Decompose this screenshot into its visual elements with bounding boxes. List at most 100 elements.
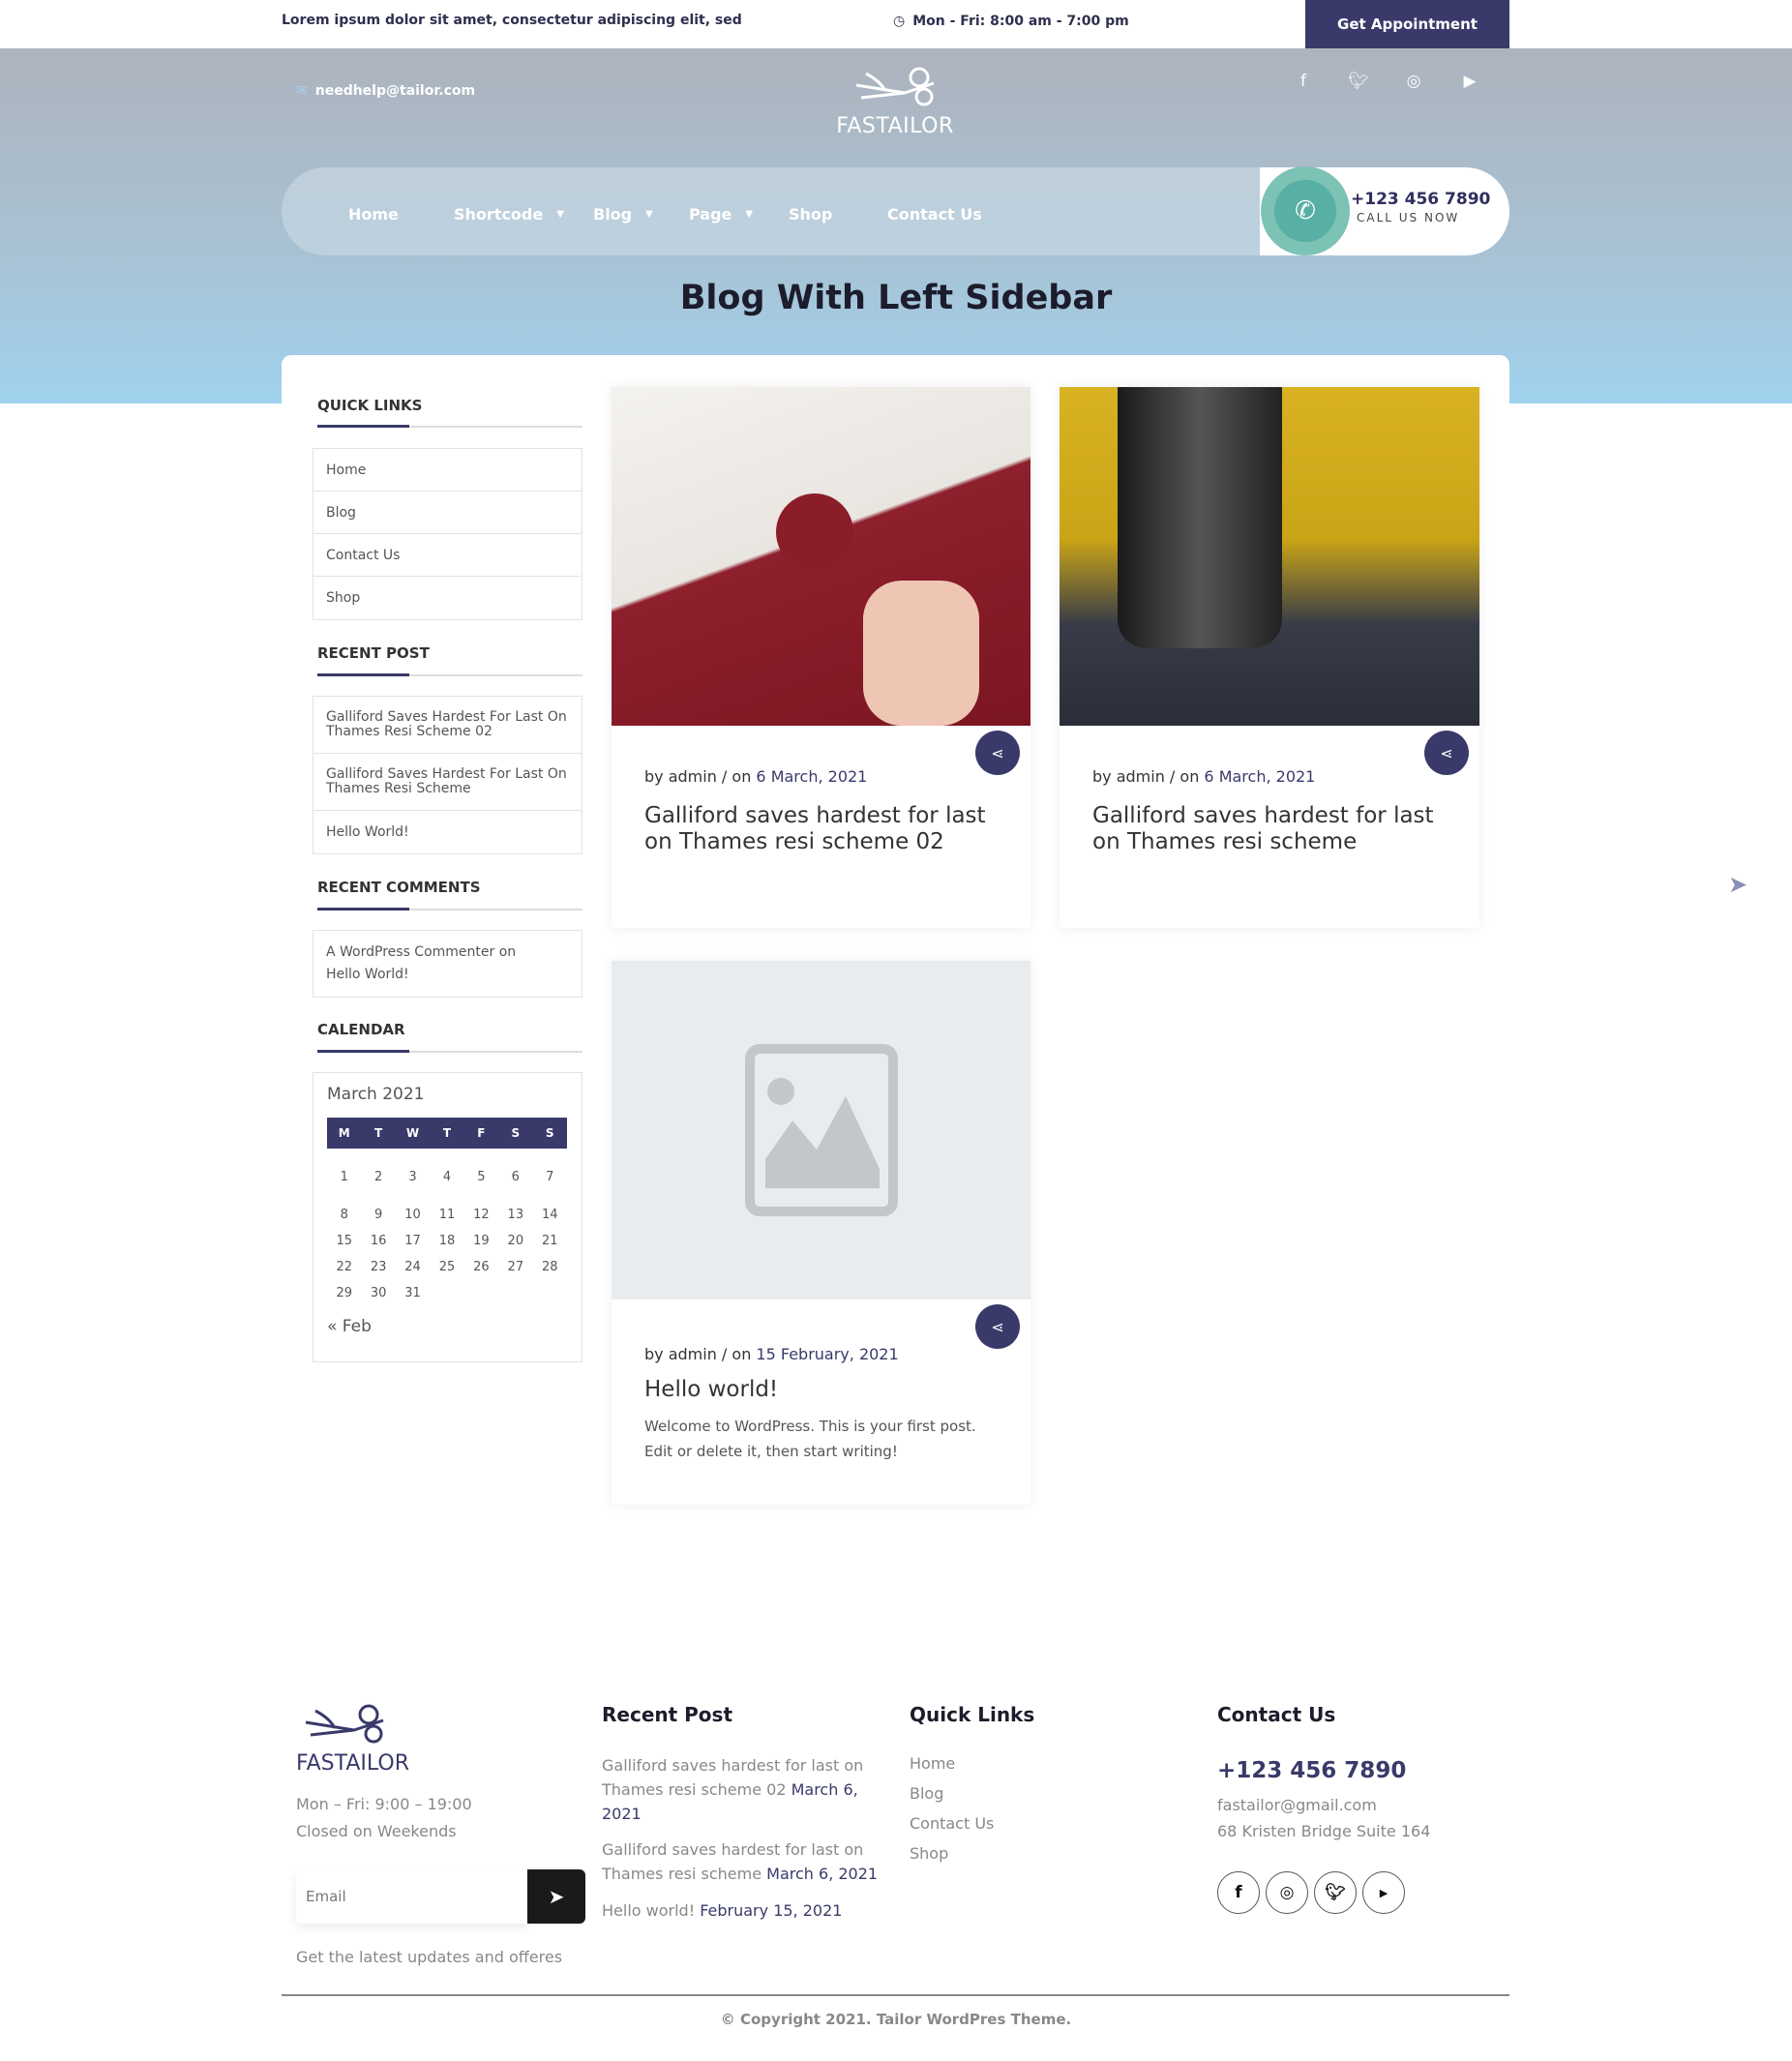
- post-title[interactable]: Galliford saves hardest for last on Tham…: [1092, 803, 1441, 855]
- recent-post-item[interactable]: Galliford Saves Hardest For Last On Tham…: [314, 754, 582, 811]
- scissors-logo-icon: [305, 1704, 384, 1744]
- calendar-weekdays: MTWTFSS: [327, 1118, 567, 1149]
- phone-button[interactable]: ✆: [1261, 166, 1350, 255]
- calendar-day: 25: [438, 1260, 456, 1274]
- footer-twitter-icon[interactable]: 🐦︎: [1314, 1871, 1357, 1914]
- calendar-prev-link[interactable]: « Feb: [327, 1317, 372, 1336]
- calendar-day: 5: [477, 1170, 486, 1184]
- share-button[interactable]: ⋖: [975, 1304, 1020, 1349]
- calendar-day: 19: [473, 1234, 490, 1248]
- calendar-day: [498, 1286, 532, 1300]
- hand-graphic: [863, 581, 979, 726]
- calendar-day: 13: [507, 1208, 524, 1222]
- footer-link-blog[interactable]: Blog: [910, 1781, 943, 1806]
- page-title: Blog With Left Sidebar: [679, 279, 1113, 317]
- image-placeholder-icon: [744, 1044, 898, 1216]
- footer-logo[interactable]: FASTAILOR: [296, 1701, 409, 1776]
- post-excerpt: Welcome to WordPress. This is your first…: [644, 1418, 976, 1460]
- footer-address: 68 Kristen Bridge Suite 164: [1217, 1822, 1431, 1840]
- footer-phone[interactable]: +123 456 7890: [1217, 1758, 1406, 1783]
- calendar-day: 16: [370, 1234, 387, 1248]
- post-image-placeholder[interactable]: [612, 961, 1030, 1299]
- footer-hours: Mon – Fri: 9:00 – 19:00: [296, 1795, 472, 1813]
- post-title[interactable]: Galliford saves hardest for last on Tham…: [644, 803, 993, 855]
- call-number[interactable]: +123 456 7890: [1351, 190, 1490, 209]
- calendar-day: 12: [473, 1208, 490, 1222]
- newsletter-note: Get the latest updates and offeres: [296, 1948, 563, 1966]
- header-email[interactable]: ✉ needhelp@tailor.com: [296, 83, 475, 99]
- instagram-icon[interactable]: ◎: [1402, 72, 1425, 91]
- nav-home[interactable]: Home: [348, 205, 399, 224]
- calendar-day: 9: [373, 1208, 383, 1222]
- quick-links-heading: QUICK LINKS: [317, 397, 423, 414]
- comment-item[interactable]: A WordPress Commenter on Hello World!: [314, 931, 582, 997]
- calendar-day: 31: [404, 1286, 421, 1300]
- scroll-to-top-icon[interactable]: ➤: [1728, 871, 1747, 898]
- footer-quick-links-heading: Quick Links: [910, 1703, 1035, 1726]
- chevron-down-icon: ▼: [556, 209, 564, 220]
- calendar-day: 10: [404, 1208, 421, 1222]
- tagline: Lorem ipsum dolor sit amet, consectetur …: [282, 13, 742, 28]
- footer-link-contact[interactable]: Contact Us: [910, 1811, 994, 1836]
- twitter-icon[interactable]: 🐦︎: [1347, 72, 1370, 91]
- footer-recent-post-item[interactable]: Hello world! February 15, 2021: [602, 1898, 882, 1923]
- quick-links-list: Home Blog Contact Us Shop: [313, 448, 582, 620]
- copyright: © Copyright 2021. Tailor WordPres Theme.: [720, 2011, 1072, 2028]
- nav-shortcode[interactable]: Shortcode ▼: [454, 205, 564, 224]
- post-image-sewing-machine[interactable]: [1060, 387, 1479, 726]
- footer-link-shop[interactable]: Shop: [910, 1841, 948, 1866]
- footer-contact-heading: Contact Us: [1217, 1703, 1336, 1726]
- calendar-day: 15: [336, 1234, 352, 1248]
- youtube-icon[interactable]: ▶: [1458, 72, 1481, 91]
- calendar-day: 28: [541, 1260, 558, 1274]
- footer-email[interactable]: fastailor@gmail.com: [1217, 1793, 1377, 1817]
- newsletter-email-input[interactable]: Email: [296, 1869, 528, 1924]
- post-card[interactable]: ⋖ by admin / on 6 March, 2021 Galliford …: [1060, 387, 1479, 928]
- share-button[interactable]: ⋖: [1424, 731, 1469, 775]
- footer-recent-post-item[interactable]: Galliford saves hardest for last on Tham…: [602, 1837, 882, 1886]
- facebook-icon[interactable]: f: [1292, 72, 1315, 91]
- share-button[interactable]: ⋖: [975, 731, 1020, 775]
- calendar-day: 23: [370, 1260, 387, 1274]
- recent-post-item[interactable]: Galliford Saves Hardest For Last On Tham…: [314, 697, 582, 754]
- footer-youtube-icon[interactable]: ▶: [1362, 1871, 1405, 1914]
- heading-accent: [317, 425, 409, 428]
- recent-post-list: Galliford Saves Hardest For Last On Tham…: [313, 696, 582, 854]
- calendar-day: 7: [546, 1170, 554, 1184]
- nav-blog[interactable]: Blog ▼: [593, 205, 653, 224]
- post-card[interactable]: ⋖ by admin / on 15 February, 2021 Hello …: [612, 961, 1030, 1505]
- calendar-day: 22: [336, 1260, 352, 1274]
- footer-facebook-icon[interactable]: f: [1217, 1871, 1260, 1914]
- sidebar-link-shop[interactable]: Shop: [314, 577, 582, 619]
- send-icon: ➤: [548, 1885, 565, 1908]
- calendar-week: 29 30 31: [327, 1286, 567, 1300]
- calendar-day: 21: [541, 1234, 558, 1248]
- sidebar-link-home[interactable]: Home: [314, 449, 582, 492]
- newsletter-submit-button[interactable]: ➤: [527, 1869, 585, 1924]
- heading-accent: [317, 673, 409, 676]
- get-appointment-button[interactable]: Get Appointment: [1305, 0, 1509, 48]
- calendar-day: [464, 1286, 498, 1300]
- share-icon: ⋖: [991, 743, 1004, 762]
- logo[interactable]: FASTAILOR: [827, 64, 963, 138]
- post-card[interactable]: ⋖ by admin / on 6 March, 2021 Galliford …: [612, 387, 1030, 928]
- calendar-day: 11: [438, 1208, 456, 1222]
- sidebar-link-contact[interactable]: Contact Us: [314, 534, 582, 577]
- phone-icon: ✆: [1274, 180, 1336, 242]
- footer-instagram-icon[interactable]: ◎: [1266, 1871, 1308, 1914]
- footer-link-home[interactable]: Home: [910, 1751, 955, 1776]
- calendar-widget: March 2021 MTWTFSS 1 2 3 4 5 6 7 8 9 10 11 12 13 14 15…: [313, 1072, 582, 1362]
- recent-comments-list: A WordPress Commenter on Hello World!: [313, 930, 582, 998]
- calendar-day: 6: [511, 1170, 520, 1184]
- post-title[interactable]: Hello world!: [644, 1377, 993, 1403]
- footer-recent-post-item[interactable]: Galliford saves hardest for last on Tham…: [602, 1753, 882, 1826]
- post-image-sewing-pattern[interactable]: [612, 387, 1030, 726]
- recent-post-item[interactable]: Hello World!: [314, 811, 582, 853]
- calendar-day: 30: [370, 1286, 387, 1300]
- sidebar-link-blog[interactable]: Blog: [314, 492, 582, 534]
- nav-shop[interactable]: Shop: [789, 205, 832, 224]
- nav-contact[interactable]: Contact Us: [887, 205, 982, 224]
- calendar-day: 27: [507, 1260, 524, 1274]
- recent-comments-heading: RECENT COMMENTS: [317, 879, 481, 896]
- nav-page[interactable]: Page ▼: [689, 205, 753, 224]
